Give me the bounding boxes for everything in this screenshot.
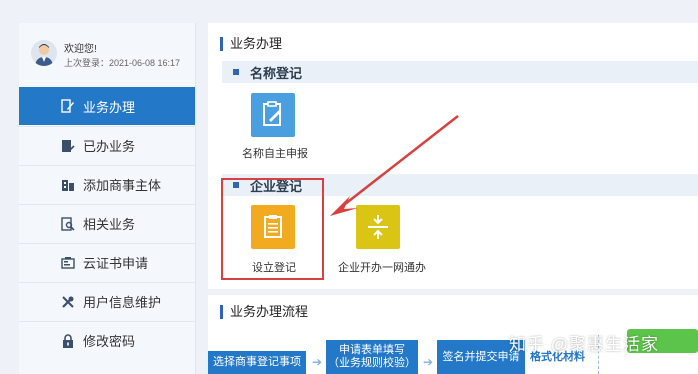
- business-section-title: 业务办理: [220, 37, 282, 51]
- sidebar-item-user-info[interactable]: 用户信息维护: [19, 282, 195, 320]
- establish-registration-tile[interactable]: [251, 205, 295, 249]
- red-arrow-annotation: [330, 115, 459, 216]
- search-document-icon: [61, 217, 75, 231]
- sidebar-item-label: 修改密码: [83, 334, 136, 349]
- sidebar-item-label: 相关业务: [83, 217, 136, 232]
- clipboard-icon: [264, 215, 282, 238]
- pen-icon: [61, 99, 74, 113]
- certificate-icon: [61, 257, 75, 269]
- section-divider: [208, 289, 698, 295]
- flow-step-select: 选择商事登记事项: [208, 351, 306, 374]
- document-check-icon: [62, 140, 75, 152]
- square-bullet-icon: [233, 69, 239, 75]
- flow-step-fill-form: 申请表单填写 （业务规则校验）: [326, 340, 418, 374]
- one-stop-label[interactable]: 企业开办一网通办: [338, 259, 426, 275]
- name-registration-header: 名称登记: [222, 61, 698, 83]
- process-section-title: 业务办理流程: [220, 305, 308, 319]
- sidebar-item-label: 已办业务: [83, 139, 136, 154]
- sidebar-item-done[interactable]: 已办业务: [19, 126, 195, 164]
- sidebar-item-cloud-cert[interactable]: 云证书申请: [19, 243, 195, 281]
- avatar: [31, 40, 57, 66]
- sidebar-item-change-password[interactable]: 修改密码: [19, 321, 195, 359]
- flow-arrow-icon: ➔: [423, 355, 434, 369]
- user-info: 欢迎您! 上次登录：2021-06-08 16:17: [19, 23, 195, 83]
- sidebar-item-label: 云证书申请: [83, 256, 149, 271]
- tools-icon: [62, 296, 74, 308]
- last-login-text: 上次登录：2021-06-08 16:17: [64, 58, 181, 68]
- sidebar-item-business[interactable]: 业务办理: [19, 87, 195, 125]
- sidebar-item-label: 业务办理: [83, 99, 136, 115]
- edit-form-icon: [263, 101, 281, 126]
- name-self-declare-tile[interactable]: [251, 93, 295, 137]
- building-icon: [62, 180, 74, 191]
- flow-arrow-icon: ➔: [312, 355, 323, 369]
- name-self-declare-label[interactable]: 名称自主申报: [242, 145, 308, 161]
- sidebar: 欢迎您! 上次登录：2021-06-08 16:17 业务办理 已办业务 添加商…: [19, 23, 196, 374]
- establish-registration-label[interactable]: 设立登记: [252, 259, 296, 275]
- welcome-text: 欢迎您!: [64, 44, 97, 55]
- lock-icon: [63, 334, 73, 348]
- watermark: 知乎 @聚惠生活家: [509, 335, 659, 354]
- sidebar-item-add-entity[interactable]: 添加商事主体: [19, 165, 195, 203]
- sidebar-item-related[interactable]: 相关业务: [19, 204, 195, 242]
- sidebar-item-label: 添加商事主体: [83, 178, 162, 193]
- sidebar-item-label: 用户信息维护: [83, 295, 162, 310]
- main-panel: 业务办理 名称登记 名称自主申报 企业登记 设立登记 企业开办一网通办 业务办理…: [208, 23, 698, 374]
